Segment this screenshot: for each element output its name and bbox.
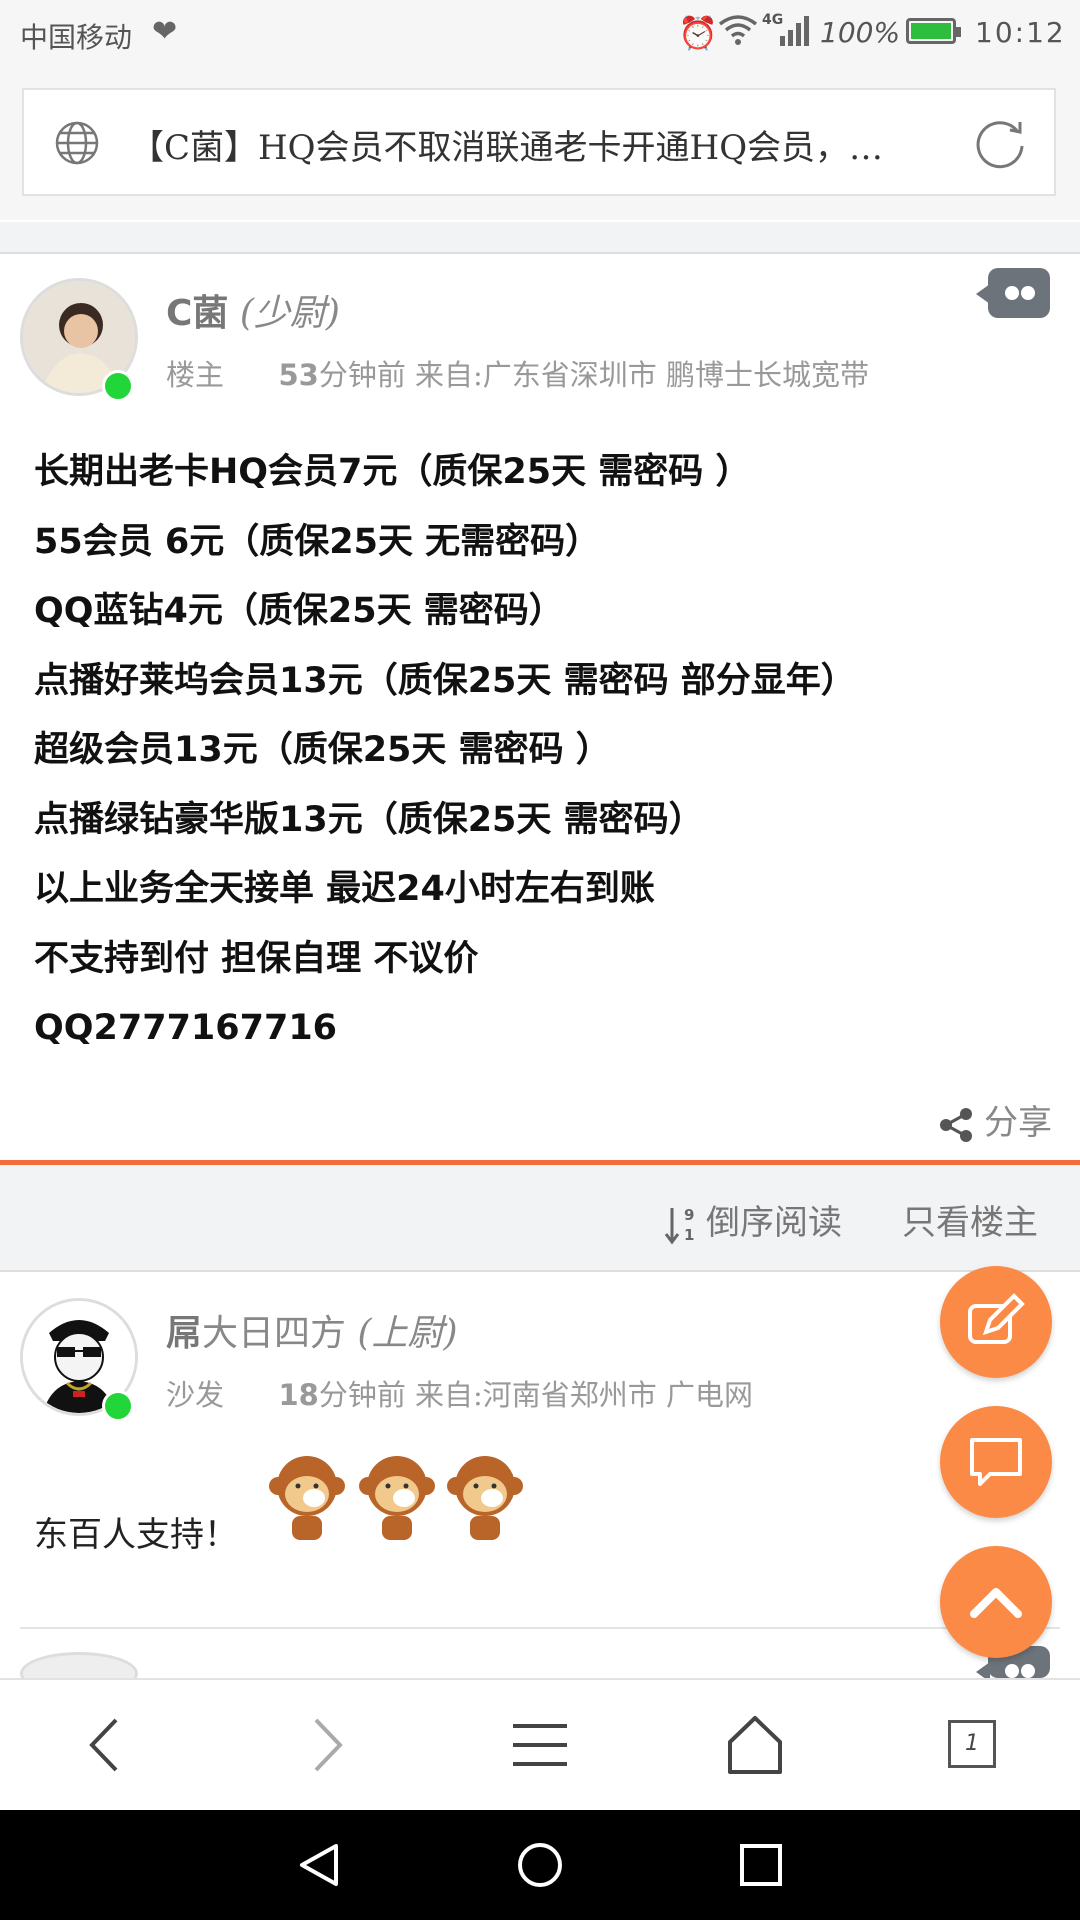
monkey-emoji-icon [269,1456,523,1540]
only-owner-button[interactable]: 只看楼主 [902,1195,1038,1244]
reply-online-status-indicator [102,1390,134,1422]
post-line: QQ2777167716 [34,1008,338,1048]
reply-minutes: 18 [278,1378,319,1412]
post-author[interactable]: C菌 (少尉) [166,284,340,336]
scroll-top-fab[interactable] [940,1546,1052,1658]
chevron-up-icon [970,1588,1022,1618]
reply-meta: 沙发 18分钟前 来自:河南省郑州市 广电网 [166,1372,753,1414]
online-status-indicator [102,370,134,402]
post-time-location: 分钟前 来自:广东省深圳市 鹏博士长城宽带 [318,358,870,392]
nav-home-icon[interactable] [517,1842,563,1888]
reply-floor-label: 沙发 [166,1378,225,1412]
battery-percent: 100% [820,16,901,49]
share-button[interactable]: 分享 [938,1095,1052,1144]
post-line: 55会员 6元（质保25天 无需密码） [34,521,601,562]
compose-fab[interactable] [940,1266,1052,1378]
signal-icon [780,16,809,46]
monkey-emoji-group [262,1450,532,1550]
post-line: 以上业务全天接单 最迟24小时左右到账 [34,869,655,909]
comment-icon [970,1438,1022,1486]
status-bar: 中国移动 ❤ ⏰ 4G 100% 10:12 [0,0,1080,70]
svg-text:9: 9 [684,1206,694,1224]
url-field[interactable]: 【C菌】HQ会员不取消联通老卡开通HQ会员，… [22,88,1056,196]
reply-author-rank: (上尉) [357,1313,458,1354]
reverse-order-button[interactable]: 9 1 倒序阅读 [664,1195,842,1246]
share-icon [940,1108,972,1142]
globe-icon [55,121,99,165]
sort-bar: 9 1 倒序阅读 只看楼主 [0,1165,1080,1272]
reply-author-name-bold[interactable]: 屌 [166,1313,202,1354]
post-meta: 楼主 53分钟前 来自:广东省深圳市 鹏博士长城宽带 [166,352,869,394]
share-label: 分享 [984,1103,1052,1143]
svg-text:1: 1 [684,1226,694,1244]
battery-icon [906,18,961,44]
post-line: 不支持到付 担保自理 不议价 [34,938,479,979]
wifi-icon [718,15,758,45]
section-gap [0,222,1080,254]
forward-icon[interactable] [290,1710,360,1780]
post-line: 点播好莱坞会员13元（质保25天 需密码 部分显年） [34,660,856,701]
post-line: 长期出老卡HQ会员7元（质保25天 需密码 ） [34,452,751,492]
author-rank: (少尉) [239,293,340,334]
refresh-icon[interactable] [974,116,1028,170]
address-bar: 【C菌】HQ会员不取消联通老卡开通HQ会员，… [0,70,1080,220]
home-icon[interactable] [720,1710,790,1780]
clock: 10:12 [975,16,1066,49]
post-line: 点播绿钻豪华版13元（质保25天 需密码） [34,799,704,840]
browser-toolbar: 1 [0,1678,1080,1812]
reply-content: 东百人支持！ [34,1515,238,1555]
reply-divider [20,1627,1060,1629]
author-name[interactable]: C菌 [166,293,228,334]
page-title: 【C菌】HQ会员不取消联通老卡开通HQ会员，… [130,128,884,168]
back-icon[interactable] [72,1710,142,1780]
sort-desc-icon: 9 1 [664,1206,694,1245]
nav-recents-icon[interactable] [738,1842,784,1888]
nav-back-icon[interactable] [296,1842,342,1888]
reply-author-name[interactable]: 大日四方 [202,1313,346,1354]
post-content: 长期出老卡HQ会员7元（质保25天 需密码 ） 55会员 6元（质保25天 无需… [34,438,1034,1064]
alarm-icon: ⏰ [678,14,718,52]
comment-fab[interactable] [940,1406,1052,1518]
reply-time-location: 分钟前 来自:河南省郑州市 广电网 [318,1378,754,1412]
heart-icon: ❤ [152,14,178,49]
post-line: 超级会员13元（质保25天 需密码 ） [34,730,611,770]
reply-author[interactable]: 屌大日四方 (上尉) [166,1304,458,1356]
tabs-button[interactable]: 1 [948,1720,996,1768]
system-nav-bar [0,1810,1080,1920]
floor-label: 楼主 [166,358,225,392]
post-minutes: 53 [278,358,319,392]
carrier-label: 中国移动 [20,21,133,54]
edit-icon [968,1293,1025,1344]
reverse-order-label: 倒序阅读 [706,1203,842,1243]
menu-icon[interactable] [505,1710,575,1780]
only-owner-label: 只看楼主 [902,1203,1038,1243]
post-line: QQ蓝钻4元（质保25天 需密码） [34,591,564,631]
message-icon[interactable] [976,268,1050,318]
